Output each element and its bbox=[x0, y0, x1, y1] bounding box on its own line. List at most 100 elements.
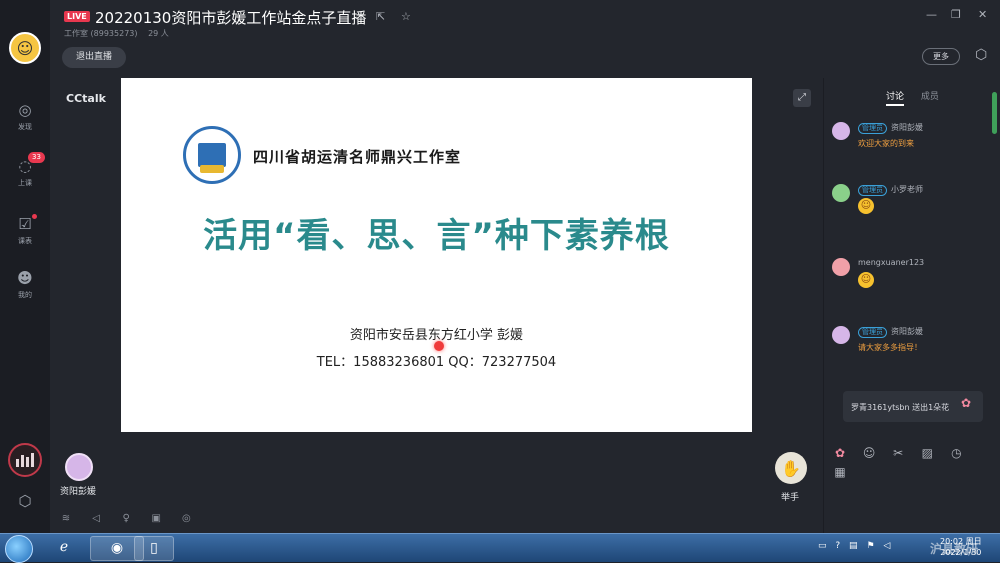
unread-badge: 33 bbox=[28, 152, 45, 163]
message-avatar[interactable] bbox=[832, 258, 850, 276]
role-badge: 管理员 bbox=[858, 327, 887, 338]
nav-item-discover[interactable]: ◎ 发现 bbox=[0, 100, 50, 146]
nav-item-class[interactable]: ◌ 33 上课 bbox=[0, 152, 50, 202]
slide-canvas: 四川省胡运清名师鼎兴工作室 活用“看、思、言”种下素养根 资阳市安岳县东方红小学… bbox=[121, 78, 752, 432]
fullscreen-expand-icon[interactable]: ⤢ bbox=[793, 89, 811, 107]
grin-emoji-icon: ☺ bbox=[858, 198, 874, 214]
phone-task-icon[interactable]: ▯ bbox=[134, 536, 174, 561]
presenter-avatar[interactable] bbox=[65, 453, 93, 481]
restore-icon[interactable]: ❐ bbox=[951, 8, 961, 21]
wifi-icon: ≋ bbox=[61, 513, 71, 524]
media-controls: ≋ ◁ ♀ ▣ ◎ bbox=[57, 506, 202, 525]
nav-item-label: 发现 bbox=[18, 123, 32, 131]
message-avatar[interactable] bbox=[832, 184, 850, 202]
message-avatar[interactable] bbox=[832, 326, 850, 344]
minimize-icon[interactable]: — bbox=[926, 8, 937, 21]
tray-folder-icon[interactable]: ▭ bbox=[818, 541, 827, 551]
gift-text: 罗青3161ytsbn 送出1朵花 bbox=[851, 403, 950, 412]
chat-tabs: 讨论 成员 bbox=[886, 89, 953, 106]
tab-discussion[interactable]: 讨论 bbox=[886, 89, 905, 106]
image-icon[interactable]: ▨ bbox=[919, 446, 935, 460]
logo-hands-shape bbox=[200, 165, 224, 173]
tray-volume-icon[interactable]: ◁ bbox=[883, 541, 890, 551]
message-user: 小罗老师 bbox=[891, 185, 923, 194]
level-bar bbox=[16, 459, 19, 467]
gallery-icon[interactable]: ▦ bbox=[832, 465, 848, 479]
room-info: 工作室 (89935273) 29 人 bbox=[64, 28, 177, 39]
raise-hand-label: 举手 bbox=[781, 493, 800, 503]
settings-gear-icon[interactable]: ⬡ bbox=[15, 491, 35, 511]
share-icon[interactable]: ⇱ bbox=[376, 10, 385, 23]
laser-pointer bbox=[434, 341, 444, 351]
left-nav-rail: ☺ ◎ 发现 ◌ 33 上课 ☑ 课表 ☻ 我的 ⬡ bbox=[0, 0, 50, 533]
audio-level-button[interactable] bbox=[8, 443, 42, 477]
person-icon: ☻ bbox=[17, 269, 33, 287]
speaker-icon[interactable]: ◁ bbox=[87, 513, 105, 524]
role-badge: 管理员 bbox=[858, 123, 887, 134]
room-title: 20220130资阳市彭媛工作站金点子直播 bbox=[95, 9, 367, 27]
ie-icon[interactable]: ℯ bbox=[44, 536, 84, 561]
smile-emoji-icon: ☺ bbox=[858, 272, 874, 288]
cctalk-window: ☺ ◎ 发现 ◌ 33 上课 ☑ 课表 ☻ 我的 ⬡ LIVE 20220130… bbox=[0, 0, 1000, 533]
send-flower-icon[interactable]: ✿ bbox=[832, 446, 848, 460]
nav-item-mine[interactable]: ☻ 我的 bbox=[0, 268, 50, 314]
slide-author: 资阳市安岳县东方红小学 彭媛 bbox=[349, 328, 524, 343]
live-badge: LIVE bbox=[64, 11, 90, 22]
camera-icon[interactable]: ◎ bbox=[177, 513, 195, 524]
tray-flag-icon[interactable]: ⚑ bbox=[866, 541, 874, 551]
presenter-bar: 资阳彭媛 ≋ ◁ ♀ ▣ ◎ ✋ 举手 bbox=[50, 440, 823, 533]
message-meta: 管理员 小罗老师 bbox=[858, 184, 923, 196]
compass-icon: ◎ bbox=[18, 101, 32, 119]
watermark: 沪县教研 bbox=[930, 542, 979, 556]
message-avatar[interactable] bbox=[832, 122, 850, 140]
tray-help-icon[interactable]: ? bbox=[835, 541, 840, 551]
favorite-icon[interactable]: ☆ bbox=[401, 10, 411, 23]
settings-hex-icon[interactable]: ⬡ bbox=[975, 47, 987, 63]
chat-scrollbar[interactable] bbox=[992, 92, 997, 134]
message-user: mengxuaner123 bbox=[858, 258, 925, 267]
screen-icon[interactable]: ▣ bbox=[147, 513, 165, 524]
close-icon[interactable]: ✕ bbox=[978, 8, 987, 21]
presenter-name: 资阳彭媛 bbox=[60, 487, 97, 497]
message-meta: 管理员 资阳彭媛 bbox=[858, 326, 923, 338]
studio-logo bbox=[183, 126, 241, 184]
slide-title: 活用“看、思、言”种下素养根 bbox=[203, 216, 670, 256]
role-badge: 管理员 bbox=[858, 185, 887, 196]
more-button[interactable]: 更多 bbox=[922, 48, 960, 65]
channel-id: 工作室 (89935273) bbox=[64, 29, 138, 38]
message-meta: 管理员 资阳彭媛 bbox=[858, 122, 923, 134]
emoji-icon[interactable]: ☺ bbox=[861, 446, 877, 460]
nav-item-label: 课表 bbox=[18, 237, 32, 245]
nav-item-label: 上课 bbox=[18, 179, 32, 187]
viewer-count: 29 人 bbox=[148, 29, 169, 38]
level-bar bbox=[21, 455, 24, 467]
presentation-stage: CCtalk 四川省胡运清名师鼎兴工作室 活用“看、思、言”种下素养根 资阳市安… bbox=[50, 78, 823, 432]
chat-panel: 讨论 成员 管理员 资阳彭媛 欢迎大家的到来 管理员 小罗老师 ☺ mengxuan… bbox=[823, 78, 1000, 533]
start-button[interactable] bbox=[5, 535, 33, 563]
org-name: 四川省胡运清名师鼎兴工作室 bbox=[253, 148, 462, 166]
nav-item-label: 我的 bbox=[18, 291, 32, 299]
notification-dot bbox=[32, 214, 37, 219]
clock-icon[interactable]: ◷ bbox=[948, 446, 964, 460]
exit-live-button[interactable]: 退出直播 bbox=[62, 47, 126, 68]
raise-hand-button[interactable]: ✋ bbox=[775, 452, 807, 484]
window-header: LIVE 20220130资阳市彭媛工作站金点子直播 ⇱ ☆ 工作室 (8993… bbox=[50, 0, 1000, 70]
brand-label: CCtalk bbox=[66, 92, 106, 105]
message-user: 资阳彭媛 bbox=[891, 327, 923, 336]
flower-icon: ✿ bbox=[961, 396, 972, 410]
user-avatar[interactable]: ☺ bbox=[9, 32, 41, 64]
message-user: 资阳彭媛 bbox=[891, 123, 923, 132]
microphone-icon[interactable]: ♀ bbox=[117, 513, 135, 524]
chat-toolbar: ✿ ☺ ✂ ▨ ◷ ▦ bbox=[832, 442, 1000, 480]
logo-books-shape bbox=[198, 143, 226, 167]
nav-item-schedule[interactable]: ☑ 课表 bbox=[0, 214, 50, 260]
message-text: 欢迎大家的到来 bbox=[858, 139, 914, 148]
level-bar bbox=[26, 457, 29, 467]
tab-members[interactable]: 成员 bbox=[921, 89, 939, 102]
tray-network-icon[interactable]: ▤ bbox=[849, 541, 858, 551]
message-text: 请大家多多指导！ bbox=[858, 343, 922, 352]
slide-contact: TEL：15883236801 QQ：723277504 bbox=[316, 355, 557, 370]
windows-taskbar: ℯ ◉ ▯ ▭ ? ▤ ⚑ ◁ 20:02 周日 2022/1/30 bbox=[0, 533, 1000, 563]
scissors-icon[interactable]: ✂ bbox=[890, 446, 906, 460]
message-meta: mengxuaner123 bbox=[858, 258, 924, 267]
